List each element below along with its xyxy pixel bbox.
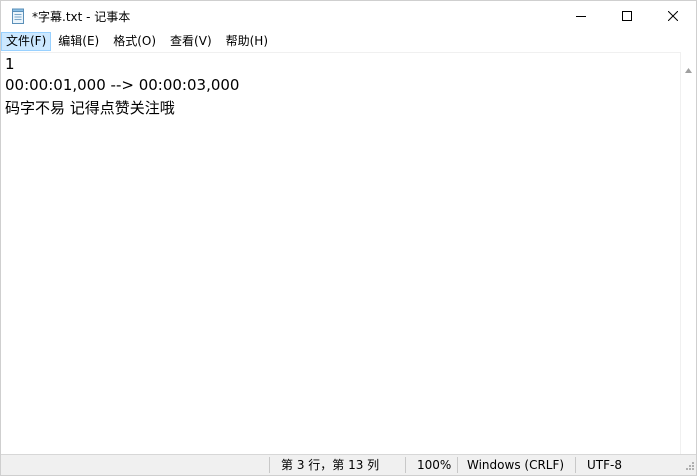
menu-file[interactable]: 文件(F) xyxy=(1,31,52,51)
encoding: UTF-8 xyxy=(587,458,622,472)
menu-format[interactable]: 格式(O) xyxy=(108,32,161,51)
status-separator xyxy=(575,457,576,473)
menu-bar: 文件(F) 编辑(E) 格式(O) 查看(V) 帮助(H) xyxy=(1,31,696,51)
status-bar: 第 3 行，第 13 列 100% Windows (CRLF) UTF-8 xyxy=(1,454,696,475)
editor-line-1: 1 xyxy=(5,55,15,73)
line-ending: Windows (CRLF) xyxy=(467,458,565,472)
title-bar[interactable]: *字幕.txt - 记事本 xyxy=(1,1,696,31)
notepad-window: *字幕.txt - 记事本 文件(F) 编辑(E) 格式(O) 查看(V) 帮助… xyxy=(0,0,697,476)
window-controls xyxy=(558,1,696,31)
editor-line-2: 00:00:01,000 --> 00:00:03,000 xyxy=(5,76,240,94)
text-editor[interactable]: 1 00:00:01,000 --> 00:00:03,000 码字不易 记得点… xyxy=(1,52,681,454)
status-separator xyxy=(405,457,406,473)
window-title: *字幕.txt - 记事本 xyxy=(32,9,131,24)
editor-line-3: 码字不易 记得点赞关注哦 xyxy=(5,99,175,117)
menu-view[interactable]: 查看(V) xyxy=(165,32,217,51)
close-icon xyxy=(668,11,678,21)
menu-edit[interactable]: 编辑(E) xyxy=(53,32,104,51)
status-separator xyxy=(269,457,270,473)
vertical-scrollbar[interactable] xyxy=(680,52,696,454)
zoom-level: 100% xyxy=(417,458,452,472)
minimize-icon xyxy=(576,16,586,17)
resize-grip-icon[interactable] xyxy=(684,459,694,473)
close-button[interactable] xyxy=(650,1,696,31)
minimize-button[interactable] xyxy=(558,1,604,31)
scroll-up-arrow-icon[interactable] xyxy=(685,58,692,77)
menu-help[interactable]: 帮助(H) xyxy=(221,32,273,51)
notepad-icon[interactable] xyxy=(10,8,26,24)
maximize-button[interactable] xyxy=(604,1,650,31)
maximize-icon xyxy=(622,11,632,21)
status-separator xyxy=(457,457,458,473)
cursor-position: 第 3 行，第 13 列 xyxy=(281,458,380,472)
